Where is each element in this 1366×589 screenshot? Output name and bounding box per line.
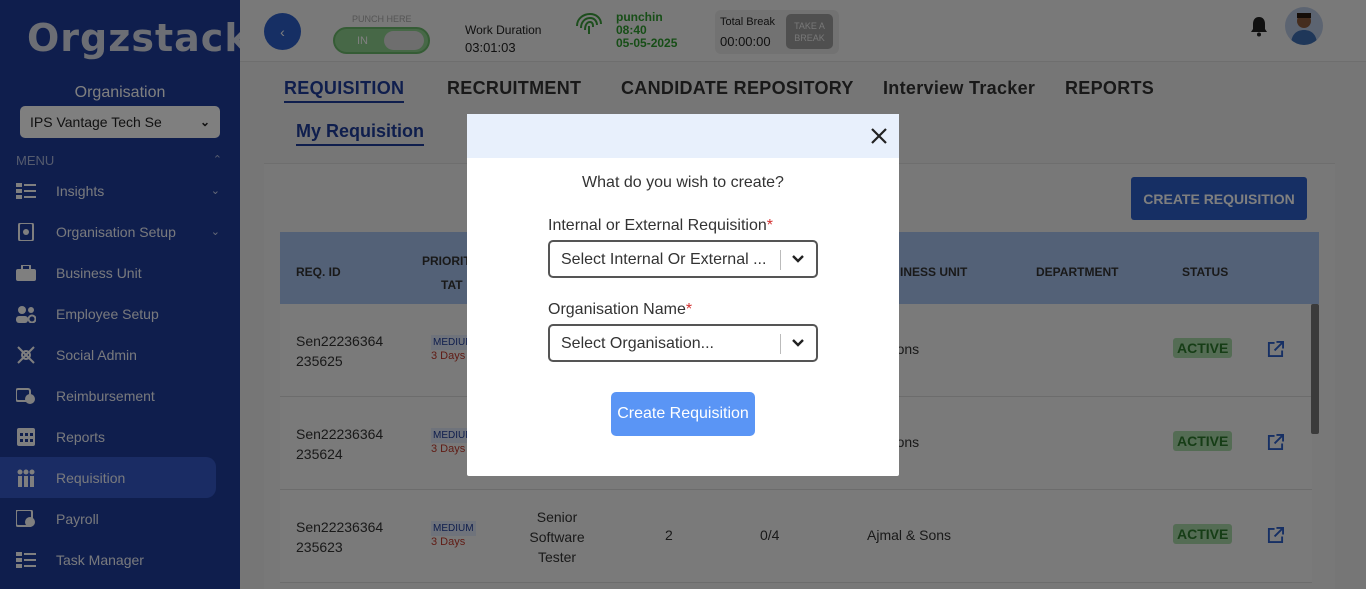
- chevron-down-icon: [791, 252, 805, 271]
- dialog-header: [467, 114, 899, 158]
- chevron-down-icon: [791, 336, 805, 355]
- select-divider: [780, 334, 781, 354]
- field-label-text: Internal or External Requisition: [548, 217, 767, 234]
- required-mark: *: [766, 217, 774, 234]
- field-label-text: Organisation Name: [548, 301, 686, 318]
- requisition-type-select[interactable]: Select Internal Or External ...: [548, 240, 818, 278]
- create-requisition-submit-button[interactable]: Create Requisition: [611, 392, 755, 436]
- organisation-name-placeholder: Select Organisation...: [561, 335, 714, 352]
- organisation-name-select[interactable]: Select Organisation...: [548, 324, 818, 362]
- select-divider: [780, 250, 781, 270]
- organisation-name-label: Organisation Name*: [548, 301, 692, 319]
- requisition-type-label: Internal or External Requisition*: [548, 217, 773, 235]
- required-mark: *: [685, 301, 693, 318]
- requisition-type-placeholder: Select Internal Or External ...: [561, 251, 767, 268]
- close-icon[interactable]: [869, 126, 889, 146]
- create-dialog: What do you wish to create? Internal or …: [467, 114, 899, 476]
- dialog-question: What do you wish to create?: [582, 174, 784, 191]
